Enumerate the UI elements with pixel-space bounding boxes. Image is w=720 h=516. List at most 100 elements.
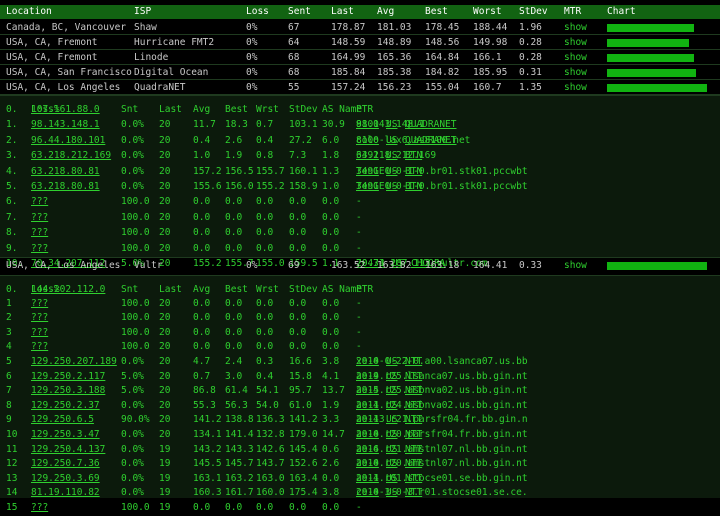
hop-host-link[interactable]: 63.218.80.81 <box>31 179 100 194</box>
hop-number: 8. <box>6 227 18 239</box>
hop-host-link[interactable]: ??? <box>31 501 48 516</box>
hop-host-link[interactable]: ??? <box>31 326 48 341</box>
header-mtr[interactable]: MTR <box>564 5 581 19</box>
hop-last: 1.0 <box>193 150 211 162</box>
hop-host-link[interactable]: 129.250.7.36 <box>31 457 100 472</box>
hop-best: 0.0 <box>256 211 274 223</box>
hop-row: 4??? 100.0 20 0.0 0.0 0.0 0.0 0.0 - <box>0 340 720 355</box>
hop-number: 7 <box>6 385 12 397</box>
cell-best: 164.84 <box>425 52 460 63</box>
cell-mtr[interactable]: show <box>564 258 587 273</box>
hop-stdev: 30.9 <box>322 119 345 131</box>
hop-ptr: 63.218.212.169 <box>356 150 437 162</box>
result-row[interactable]: Canada, BC, Vancouver Shaw 0% 67 178.87 181.0… <box>0 20 720 35</box>
hop-loss: 0.0% <box>121 443 144 455</box>
hop-ptr: ae-9.r25.lsanca07.us.bb.gin.nt <box>356 370 528 382</box>
hop-as-name: - <box>356 211 362 223</box>
hop-number: 1. <box>6 119 18 131</box>
header-stdev[interactable]: StDev <box>519 5 548 19</box>
result-row[interactable]: USA, CA, San Francisco Digital Ocean 0% 68 1… <box>0 65 720 80</box>
hop-last: 157.2 <box>193 165 222 177</box>
hop-number: 3 <box>6 326 12 338</box>
hop-loss: 5.0% <box>121 385 144 397</box>
hop-host-link[interactable]: ??? <box>31 297 48 312</box>
hop-best: 54.1 <box>256 385 279 397</box>
hop-worst: 160.1 <box>289 165 318 177</box>
hop-host-link[interactable]: 129.250.4.137 <box>31 443 105 458</box>
header-chart[interactable]: Chart <box>607 5 636 19</box>
cell-mtr[interactable]: show <box>564 65 587 80</box>
cell-avg: 156.23 <box>377 82 412 93</box>
hop-host-link[interactable]: 129.250.2.37 <box>31 399 100 414</box>
hop-best: 0.4 <box>256 134 274 146</box>
cell-stdev: 1.96 <box>519 22 542 33</box>
hop-worst: 0.0 <box>289 242 307 254</box>
hop-host-link[interactable]: 129.250.3.47 <box>31 428 100 443</box>
header-isp[interactable]: ISP <box>134 5 151 19</box>
result-row[interactable]: USA, CA, Fremont Linode 0% 68 164.99 165.36 16… <box>0 50 720 65</box>
hop-host-link[interactable]: ??? <box>31 241 48 256</box>
hop-ptr: ae-1.r24.asbnva02.us.bb.gin.nt <box>356 399 528 411</box>
hop-row: 2. 96.44.180.101 0.0% 20 0.4 2.6 0.4 27.2 6.0 810… <box>0 133 720 148</box>
hop-last: 145.5 <box>193 458 222 470</box>
cell-mtr[interactable]: show <box>564 20 587 35</box>
cell-mtr[interactable]: show <box>564 50 587 65</box>
hop-row: 10 129.250.3.47 0.0% 20 134.1 141.4 132.8 179.0… <box>0 428 720 443</box>
hop-best: 163.0 <box>256 472 285 484</box>
hop-host-link[interactable]: 63.218.212.169 <box>31 148 111 163</box>
result-row[interactable]: USA, CA, Fremont Hurricane FMT2 0% 64 148.59… <box>0 35 720 50</box>
cell-worst: 160.7 <box>473 82 502 93</box>
cell-mtr[interactable]: show <box>564 80 587 95</box>
header-last[interactable]: Last <box>331 5 354 19</box>
hop-best: 155.2 <box>256 181 285 192</box>
hop-host-link[interactable]: 81.19.110.82 <box>31 486 100 501</box>
hop-stdev: 3.8 <box>322 356 340 367</box>
hop-host-link[interactable]: 129.250.3.69 <box>31 472 100 487</box>
result-row[interactable]: USA, CA, Los Angeles QuadraNET 0% 55 157.24 1… <box>0 80 720 95</box>
mtr-column-loss-: Loss% <box>31 284 60 295</box>
hop-loss: 0.0% <box>121 150 144 162</box>
hop-sent: 20 <box>159 181 171 192</box>
hop-host-link[interactable]: ??? <box>31 194 48 209</box>
hop-host-link[interactable]: 96.44.180.101 <box>31 133 105 148</box>
hop-number: 7. <box>6 211 18 223</box>
hop-last: 0.0 <box>193 242 211 254</box>
hop-loss: 100.0 <box>121 341 150 353</box>
cell-mtr[interactable]: show <box>564 35 587 50</box>
hop-host-link[interactable]: 129.250.3.188 <box>31 384 105 399</box>
hop-number: 2. <box>6 134 18 146</box>
mtr-column-stdev: StDev <box>289 284 318 295</box>
hop-ptr: colo-lax6.as8100.net <box>356 134 471 146</box>
hop-host-link[interactable]: 63.218.80.81 <box>31 164 100 179</box>
hop-avg: 0.0 <box>225 297 243 309</box>
hop-host-link[interactable]: ??? <box>31 311 48 326</box>
latency-chart-bar <box>607 39 689 47</box>
hop-host-link[interactable]: 129.250.207.189 <box>31 355 117 370</box>
header-best[interactable]: Best <box>425 5 448 19</box>
hop-host-link[interactable]: 98.143.148.1 <box>31 117 100 132</box>
mtr-column-last: Last <box>159 104 182 115</box>
hop-host-link[interactable]: ??? <box>31 340 48 355</box>
hop-host-link[interactable]: ??? <box>31 210 48 225</box>
hop-worst: 0.0 <box>289 326 307 338</box>
cell-location: USA, CA, Los Angeles <box>6 260 121 271</box>
header-worst[interactable]: Worst <box>473 5 502 19</box>
hop-worst: 158.9 <box>289 181 318 192</box>
hop-host-link[interactable]: ??? <box>31 225 48 240</box>
header-avg[interactable]: Avg <box>377 5 394 19</box>
cell-isp: Shaw <box>134 22 157 33</box>
hop-avg: 3.0 <box>225 370 243 382</box>
header-location[interactable]: Location <box>6 5 52 19</box>
hop-best: 160.0 <box>256 487 285 499</box>
hop-host-link[interactable]: 129.250.2.117 <box>31 370 105 385</box>
header-loss[interactable]: Loss <box>246 5 269 19</box>
hop-host-link[interactable]: 129.250.6.5 <box>31 413 94 428</box>
hop-worst: 7.3 <box>289 150 307 162</box>
hop-avg: 0.0 <box>225 326 243 338</box>
hop-as-name: - <box>356 242 362 254</box>
result-row[interactable]: USA, CA, Los Angeles Vultr 0% 69 163.52 163.8… <box>0 258 720 273</box>
hop-last: 163.1 <box>193 472 222 484</box>
header-sent[interactable]: Sent <box>288 5 311 19</box>
hop-number: 3. <box>6 150 18 162</box>
hop-best: 0.0 <box>256 196 274 208</box>
